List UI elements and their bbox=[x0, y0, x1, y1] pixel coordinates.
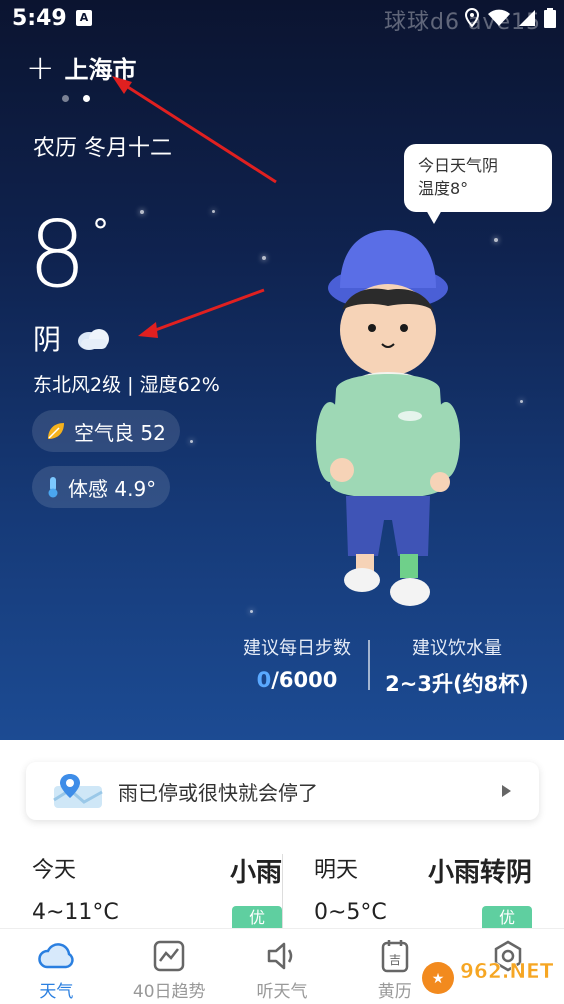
site-logo-watermark: ★ 962.NET 乐游网 bbox=[422, 959, 554, 1002]
daily-forecast: 今天 小雨 4~11°C 优 明天 小雨转阴 0~5°C 优 bbox=[0, 846, 564, 930]
tab-label: 天气 bbox=[39, 982, 74, 1002]
forecast-day: 今天 bbox=[32, 858, 77, 883]
tab-40-day-trend[interactable]: 40日趋势 bbox=[113, 929, 226, 1004]
forecast-range: 4~11°C bbox=[32, 900, 119, 925]
tab-listen-weather[interactable]: 听天气 bbox=[226, 929, 339, 1004]
tab-weather[interactable]: 天气 bbox=[0, 929, 113, 1004]
svg-text:★: ★ bbox=[432, 971, 445, 987]
annotation-arrows bbox=[112, 76, 277, 338]
notice-text: 雨已停或很快就会停了 bbox=[118, 780, 318, 805]
forecast-divider bbox=[282, 854, 283, 928]
tab-label: 听天气 bbox=[256, 982, 308, 1002]
aqi-badge: 优 bbox=[232, 906, 282, 930]
forecast-range: 0~5°C bbox=[314, 900, 387, 925]
weather-hero: 5:49 A 球球d6 ave15 + 上海市 农历 冬月十二 8 ° 阴 东北… bbox=[0, 0, 564, 740]
forecast-tomorrow[interactable]: 明天 小雨转阴 0~5°C 优 bbox=[314, 846, 532, 930]
map-pin-icon bbox=[53, 774, 103, 808]
play-arrow-icon bbox=[502, 785, 511, 797]
logo-text: 962.NET bbox=[460, 959, 554, 983]
svg-text:吉: 吉 bbox=[389, 953, 401, 967]
logo-sub-text: 乐游网 bbox=[504, 986, 546, 1002]
cloud-icon bbox=[38, 943, 75, 969]
calendar-icon: 吉 bbox=[381, 940, 409, 973]
forecast-condition: 小雨转阴 bbox=[427, 858, 532, 888]
forecast-condition: 小雨 bbox=[229, 858, 282, 888]
trend-chart-icon bbox=[153, 940, 185, 972]
forecast-day: 明天 bbox=[314, 858, 359, 883]
rain-notice-card[interactable]: 雨已停或很快就会停了 bbox=[26, 762, 539, 820]
tab-label: 黄历 bbox=[377, 982, 412, 1002]
aqi-badge: 优 bbox=[482, 906, 532, 930]
tab-label: 40日趋势 bbox=[132, 982, 206, 1002]
speaker-icon bbox=[267, 942, 293, 970]
forecast-today[interactable]: 今天 小雨 4~11°C 优 bbox=[32, 846, 282, 930]
